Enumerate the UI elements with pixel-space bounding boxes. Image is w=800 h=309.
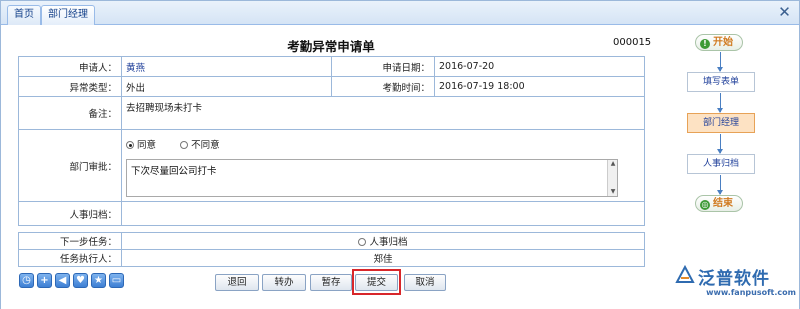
submit-highlight xyxy=(352,269,401,295)
approval-options: 同意 不同意 xyxy=(126,137,220,151)
brand-mark-icon xyxy=(675,264,695,283)
executor-label: 任务执行人： xyxy=(18,249,122,267)
next-task-label: 下一步任务： xyxy=(18,232,122,250)
next-step-table: 下一步任务： 人事归档 任务执行人： 郑佳 xyxy=(18,232,645,267)
print-icon[interactable]: ▭ xyxy=(109,273,124,288)
form-number: 000015 xyxy=(613,37,652,48)
flow-start-node: ! 开始 xyxy=(695,34,743,51)
remark-label: 备注： xyxy=(18,96,122,130)
tab-home-label: 首页 xyxy=(14,9,34,20)
remark-value: 去招聘现场未打卡 xyxy=(121,96,645,130)
disagree-radio[interactable] xyxy=(180,141,189,149)
brand-name: 泛普软件 xyxy=(698,269,770,289)
apply-date-label: 申请日期： xyxy=(331,56,435,77)
back-button[interactable]: 退回 xyxy=(215,274,259,291)
speaker-icon[interactable]: ◀ xyxy=(55,273,70,288)
window-close-icon[interactable]: ✕ xyxy=(778,5,791,20)
attendance-time-value: 2016-07-19 18:00 xyxy=(434,76,645,97)
disagree-label: 不同意 xyxy=(191,140,220,151)
textarea-scrollbar[interactable]: ▲ ▼ xyxy=(607,160,617,196)
start-icon: ! xyxy=(700,39,710,49)
brand-logo: 泛普软件 www.fanpusoft.com xyxy=(674,264,796,304)
scroll-up-icon[interactable]: ▲ xyxy=(609,160,617,168)
form-title: 考勤异常申请单 xyxy=(287,39,375,54)
flow-node-fill-form: 填写表单 xyxy=(687,72,755,92)
flow-arrow xyxy=(717,93,723,113)
flow-arrow xyxy=(717,134,723,154)
tab-dept-manager[interactable]: 部门经理✕ xyxy=(41,5,95,38)
apply-date-value: 2016-07-20 xyxy=(434,56,645,77)
brand-url: www.fanpusoft.com xyxy=(706,288,796,297)
hr-archive-value xyxy=(121,201,645,226)
workflow-window: 首页 部门经理✕ ✕ 考勤异常申请单 000015 申请人： 黄燕 申请日期： … xyxy=(0,0,800,309)
applicant-value: 黄燕 xyxy=(121,56,332,77)
next-task-radio[interactable] xyxy=(358,238,367,246)
approval-comment-textarea[interactable]: 下次尽量回公司打卡 ▲ ▼ xyxy=(126,159,618,197)
tab-home[interactable]: 首页 xyxy=(7,5,41,25)
clock-icon[interactable]: ◷ xyxy=(19,273,34,288)
attendance-time-label: 考勤时间： xyxy=(331,76,435,97)
flow-start-label: 开始 xyxy=(713,37,733,48)
cancel-button[interactable]: 取消 xyxy=(404,274,446,291)
approval-comment-text: 下次尽量回公司打卡 xyxy=(131,166,217,177)
flow-arrow xyxy=(717,52,723,72)
end-icon: ◎ xyxy=(700,200,710,210)
next-task-cell: 人事归档 xyxy=(121,232,645,250)
form-content: 考勤异常申请单 000015 申请人： 黄燕 申请日期： 2016-07-20 … xyxy=(1,26,799,309)
star-icon[interactable]: ★ xyxy=(91,273,106,288)
heart-icon[interactable]: ♥ xyxy=(73,273,88,288)
flow-node-dept-manager: 部门经理 xyxy=(687,113,755,133)
hr-archive-label: 人事归档： xyxy=(18,201,122,226)
flow-end-node: ◎ 结束 xyxy=(695,195,743,212)
applicant-label: 申请人： xyxy=(18,56,122,77)
dept-approval-cell: 同意 不同意 下次尽量回公司打卡 ▲ ▼ xyxy=(121,129,645,202)
next-task-value: 人事归档 xyxy=(369,237,408,248)
agree-label: 同意 xyxy=(137,140,157,151)
agree-radio[interactable] xyxy=(126,141,134,149)
executor-value: 郑佳 xyxy=(121,249,645,267)
application-form-table: 申请人： 黄燕 申请日期： 2016-07-20 异常类型： 外出 考勤时间： … xyxy=(18,56,645,226)
scroll-down-icon[interactable]: ▼ xyxy=(609,188,617,196)
transfer-button[interactable]: 转办 xyxy=(262,274,306,291)
type-label: 异常类型： xyxy=(18,76,122,97)
workflow-diagram: ! 开始 填写表单 部门经理 人事归档 ◎ 结束 xyxy=(673,26,799,226)
flow-end-label: 结束 xyxy=(713,198,733,209)
type-value: 外出 xyxy=(121,76,332,97)
flow-node-hr-archive: 人事归档 xyxy=(687,154,755,174)
tab-dept-manager-label: 部门经理 xyxy=(48,9,88,20)
tab-bar: 首页 部门经理✕ ✕ xyxy=(1,1,799,38)
flow-arrow xyxy=(717,175,723,195)
dept-approval-label: 部门审批： xyxy=(18,129,122,202)
save-draft-button[interactable]: 暂存 xyxy=(310,274,352,291)
add-icon[interactable]: + xyxy=(37,273,52,288)
